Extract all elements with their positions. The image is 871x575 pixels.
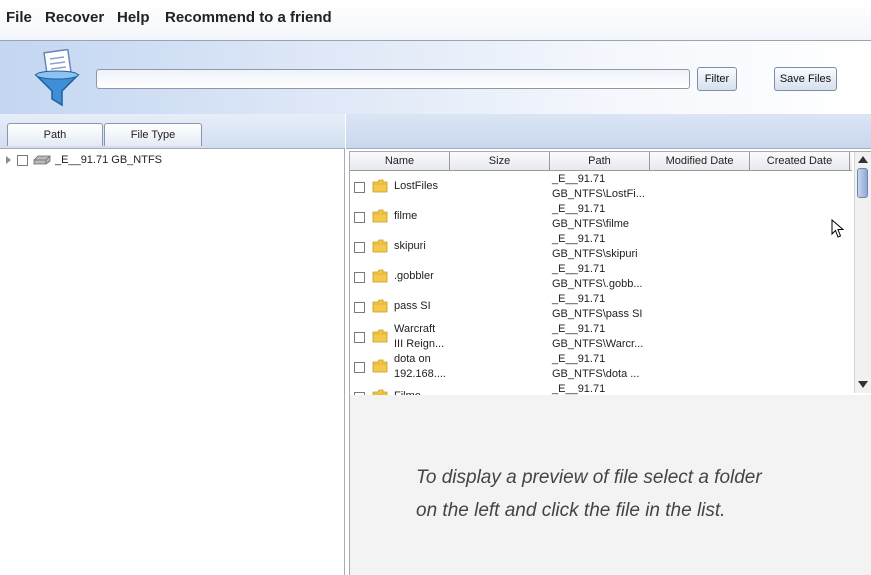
search-input[interactable]	[96, 69, 690, 89]
row-path-line: _E__91.71	[552, 323, 606, 335]
expand-arrow-icon[interactable]	[6, 156, 11, 164]
row-checkbox[interactable]	[354, 362, 365, 373]
row-name-line: filme	[394, 210, 418, 222]
row-path: _E__91.71 GB_NTFS\Warcr...	[552, 322, 646, 352]
menu-recommend[interactable]: Recommend to a friend	[165, 9, 332, 26]
folder-icon	[372, 329, 388, 343]
row-checkbox[interactable]	[354, 272, 365, 283]
table-row[interactable]: dota on 192.168.... _E__91.71 GB_NTFS\dota …	[350, 352, 852, 382]
row-path-line: GB_NTFS\filme	[552, 218, 630, 230]
menu-recover[interactable]: Recover	[45, 9, 104, 26]
tab-path[interactable]: Path	[7, 123, 103, 146]
column-header-size[interactable]: Size	[450, 152, 550, 170]
right-header-bar	[346, 114, 871, 149]
toolbar: Filter Save Files	[0, 41, 871, 114]
folder-icon	[372, 239, 388, 253]
row-name: .gobbler	[394, 269, 452, 284]
row-path-line: GB_NTFS\dota ...	[552, 368, 640, 380]
row-path: _E__91.71 GB_NTFS\dota ...	[552, 352, 646, 382]
row-path: _E__91.71 GB_NTFS\skipuri	[552, 232, 646, 262]
row-name-line: dota on	[394, 353, 431, 365]
column-header-path[interactable]: Path	[550, 152, 650, 170]
save-files-button[interactable]: Save Files	[774, 67, 837, 91]
row-path: _E__91.71 GB_NTFS\pass SI	[552, 292, 646, 322]
row-name: skipuri	[394, 239, 452, 254]
table-row[interactable]: .gobbler _E__91.71 GB_NTFS\.gobb...	[350, 262, 852, 292]
menu-help[interactable]: Help	[117, 9, 150, 26]
folder-icon	[372, 269, 388, 283]
row-checkbox[interactable]	[354, 302, 365, 313]
folder-icon	[372, 299, 388, 313]
table-row[interactable]: LostFiles _E__91.71 GB_NTFS\LostFi...	[350, 172, 852, 202]
funnel-document-icon	[34, 49, 80, 107]
file-list: Name Size Path Modified Date Created Dat…	[349, 151, 871, 396]
table-row[interactable]: skipuri _E__91.71 GB_NTFS\skipuri	[350, 232, 852, 262]
row-name-line: 192.168....	[394, 368, 446, 380]
scroll-down-icon[interactable]	[858, 381, 868, 388]
table-row[interactable]: Warcraft III Reign... _E__91.71 GB_NTFS\War…	[350, 322, 852, 352]
table-row[interactable]: filme _E__91.71 GB_NTFS\filme	[350, 202, 852, 232]
row-path-line: GB_NTFS\skipuri	[552, 248, 638, 260]
row-name: LostFiles	[394, 179, 452, 194]
row-name-line: LostFiles	[394, 180, 439, 192]
column-header-name[interactable]: Name	[350, 152, 450, 170]
folder-icon	[372, 209, 388, 223]
vertical-scrollbar[interactable]	[854, 152, 871, 393]
row-name-line: pass SI	[394, 300, 431, 312]
row-checkbox[interactable]	[354, 212, 365, 223]
scroll-thumb[interactable]	[857, 168, 868, 198]
left-tab-bar: Path File Type	[0, 114, 345, 149]
preview-hint-line2: on the left and click the file in the li…	[416, 500, 726, 521]
row-path-line: _E__91.71	[552, 233, 606, 245]
row-checkbox[interactable]	[354, 332, 365, 343]
row-path-line: _E__91.71	[552, 173, 606, 185]
column-header-row: Name Size Path Modified Date Created Dat…	[350, 152, 852, 171]
row-name: Warcraft III Reign...	[394, 322, 452, 352]
hard-drive-icon	[33, 155, 51, 165]
row-checkbox[interactable]	[354, 242, 365, 253]
column-header-created-date[interactable]: Created Date	[750, 152, 850, 170]
row-path-line: _E__91.71	[552, 353, 606, 365]
row-path: _E__91.71 GB_NTFS\LostFi...	[552, 172, 646, 202]
scroll-up-icon[interactable]	[858, 156, 868, 163]
preview-hint: To display a preview of file select a fo…	[416, 461, 836, 527]
menu-file[interactable]: File	[6, 9, 32, 26]
row-path-line: _E__91.71	[552, 383, 606, 395]
row-path-line: GB_NTFS\.gobb...	[552, 278, 643, 290]
row-name: dota on 192.168....	[394, 352, 452, 382]
row-path-line: GB_NTFS\LostFi...	[552, 188, 645, 200]
tree-item-label: _E__91.71 GB_NTFS	[55, 154, 163, 166]
folder-icon	[372, 359, 388, 373]
preview-pane: To display a preview of file select a fo…	[349, 395, 871, 575]
row-name-line: III Reign...	[394, 338, 445, 350]
row-path-line: GB_NTFS\Warcr...	[552, 338, 644, 350]
table-row[interactable]: pass SI _E__91.71 GB_NTFS\pass SI	[350, 292, 852, 322]
row-name-line: Warcraft	[394, 323, 436, 335]
folder-icon	[372, 179, 388, 193]
tab-file-type[interactable]: File Type	[104, 123, 202, 146]
row-checkbox[interactable]	[354, 182, 365, 193]
preview-hint-line1: To display a preview of file select a fo…	[416, 467, 762, 488]
row-path: _E__91.71 GB_NTFS\filme	[552, 202, 646, 232]
menu-bar: File Recover Help Recommend to a friend	[0, 0, 871, 41]
row-path: _E__91.71 GB_NTFS\.gobb...	[552, 262, 646, 292]
table-row[interactable]: Filme _E__91.71	[350, 382, 852, 395]
column-header-modified-date[interactable]: Modified Date	[650, 152, 750, 170]
row-path-line: _E__91.71	[552, 203, 606, 215]
mouse-cursor-icon	[831, 219, 845, 238]
row-name: filme	[394, 209, 452, 224]
folder-tree: _E__91.71 GB_NTFS	[0, 149, 345, 575]
row-path-line: _E__91.71	[552, 293, 606, 305]
row-name-line: .gobbler	[394, 270, 434, 282]
tree-item-drive[interactable]: _E__91.71 GB_NTFS	[6, 152, 162, 168]
row-name-line: skipuri	[394, 240, 426, 252]
row-path-line: _E__91.71	[552, 263, 606, 275]
tree-checkbox[interactable]	[17, 154, 28, 166]
row-name: pass SI	[394, 299, 452, 314]
row-path-line: GB_NTFS\pass SI	[552, 308, 643, 320]
filter-button[interactable]: Filter	[697, 67, 737, 91]
row-path: _E__91.71	[552, 382, 646, 395]
